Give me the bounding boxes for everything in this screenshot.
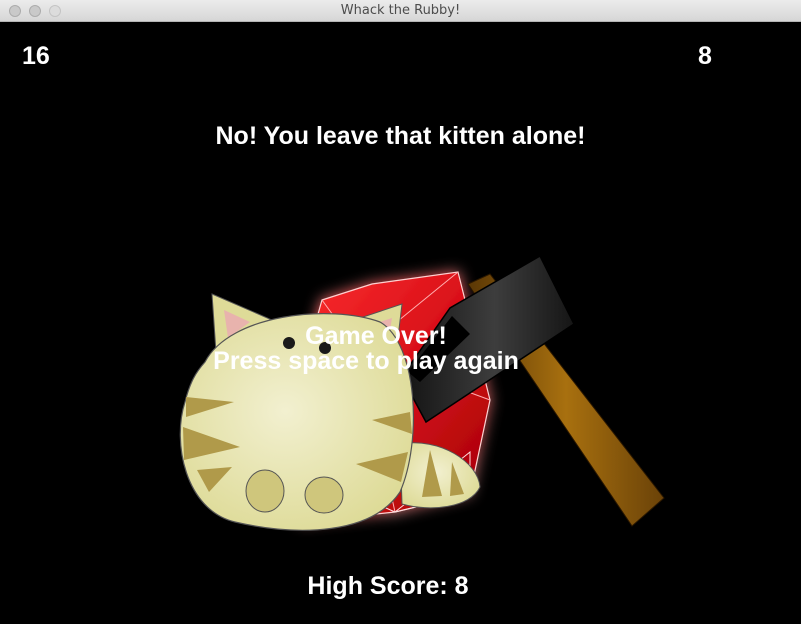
high-score: High Score: 8: [307, 572, 469, 600]
game-canvas[interactable]: 16 8 No! You leave that kitten alone! Ga…: [0, 22, 801, 624]
timer-counter: 8: [698, 42, 712, 70]
score-counter: 16: [22, 42, 50, 70]
restart-instruction: Press space to play again: [213, 347, 519, 375]
title-bar[interactable]: Whack the Rubby!: [0, 0, 801, 22]
game-window: Whack the Rubby! 16 8 No! You leave that…: [0, 0, 801, 624]
window-title: Whack the Rubby!: [340, 3, 461, 18]
status-message: No! You leave that kitten alone!: [215, 122, 586, 150]
